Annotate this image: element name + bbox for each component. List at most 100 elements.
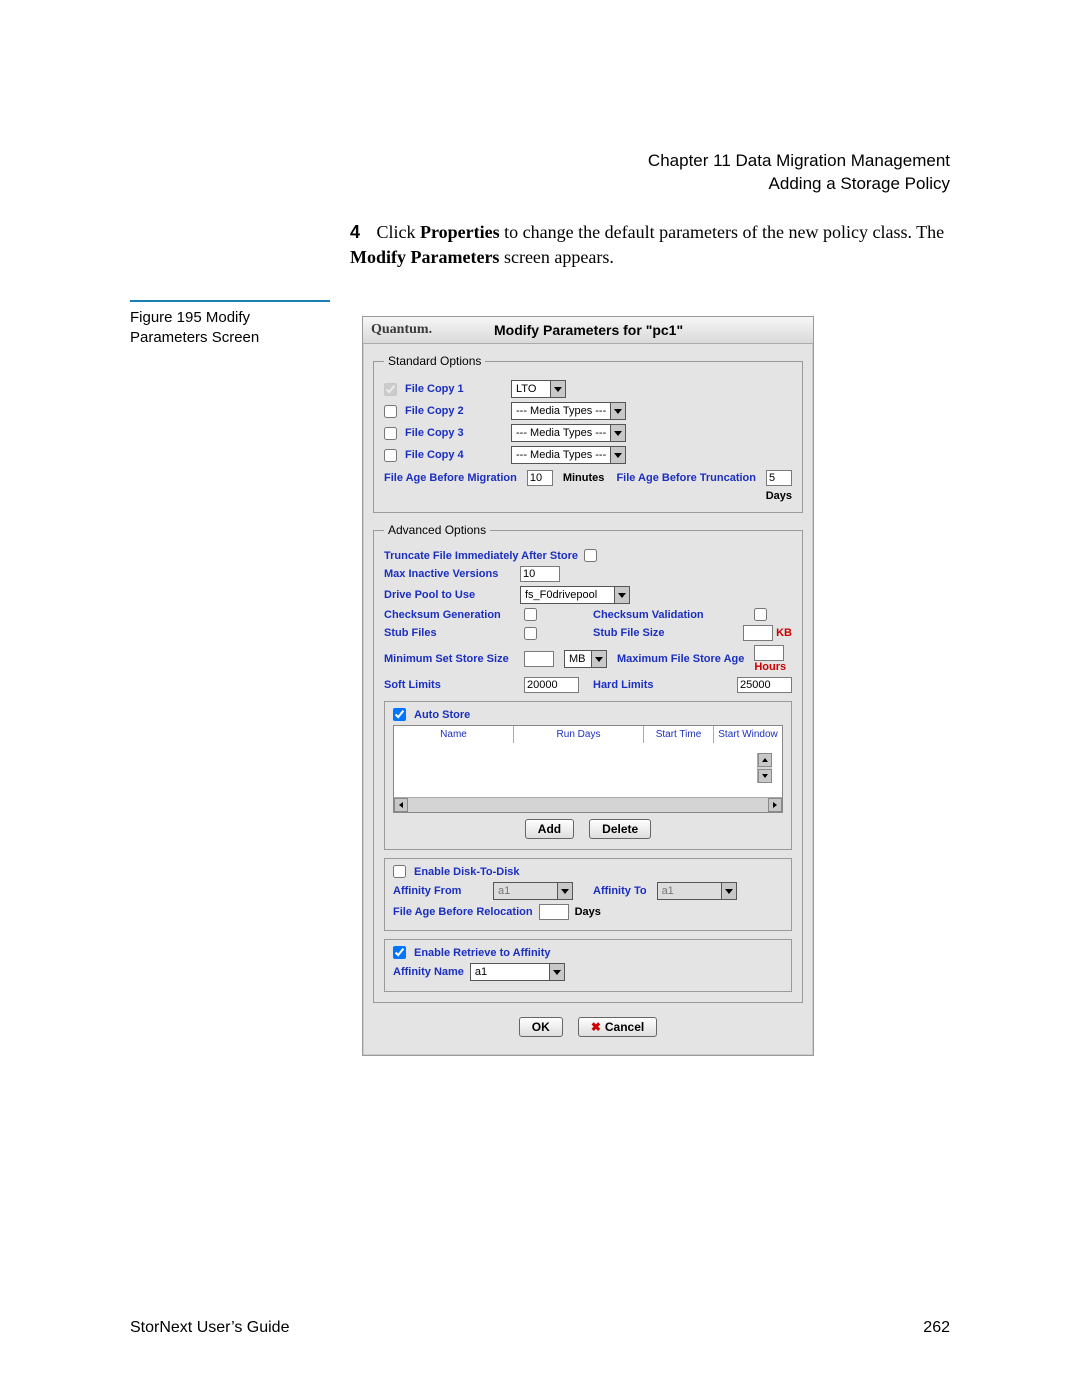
minutes-label: Minutes [563, 472, 605, 484]
hard-limits-input[interactable] [737, 677, 792, 693]
max-inactive-input[interactable] [520, 566, 560, 582]
truncate-after-store-label: Truncate File Immediately After Store [384, 550, 578, 562]
add-button[interactable]: Add [525, 819, 574, 839]
enable-retrieve-label: Enable Retrieve to Affinity [414, 947, 551, 959]
affinity-to-select[interactable]: a1 [657, 882, 737, 900]
stub-file-size-input[interactable] [743, 625, 773, 641]
stub-files-checkbox[interactable] [524, 627, 537, 640]
horizontal-scrollbar[interactable] [394, 797, 782, 812]
ok-button[interactable]: OK [519, 1017, 563, 1037]
file-copy-2-checkbox[interactable] [384, 405, 397, 418]
auto-store-group: Auto Store Name Run Days Start Time Star… [384, 701, 792, 850]
affinity-to-label: Affinity To [593, 885, 647, 897]
auto-store-label: Auto Store [414, 709, 470, 721]
step-text-pre: Click [377, 222, 421, 242]
checksum-val-label: Checksum Validation [593, 609, 704, 621]
schedule-table: Name Run Days Start Time Start Window [393, 725, 783, 813]
chevron-down-icon [610, 403, 625, 419]
min-set-unit-select[interactable]: MB [564, 650, 607, 668]
affinity-from-select[interactable]: a1 [493, 882, 573, 900]
disk-to-disk-group: Enable Disk-To-Disk Affinity From a1 Aff… [384, 858, 792, 931]
stub-file-size-label: Stub File Size [593, 627, 665, 639]
scroll-down-icon[interactable] [758, 769, 772, 783]
chevron-down-icon [591, 651, 606, 667]
soft-limits-label: Soft Limits [384, 679, 514, 691]
affinity-from-label: Affinity From [393, 885, 483, 897]
th-run-days: Run Days [514, 726, 644, 743]
checksum-gen-checkbox[interactable] [524, 608, 537, 621]
affinity-name-select[interactable]: a1 [470, 963, 565, 981]
delete-button[interactable]: Delete [589, 819, 651, 839]
retrieve-affinity-group: Enable Retrieve to Affinity Affinity Nam… [384, 939, 792, 992]
chevron-down-icon [549, 964, 564, 980]
min-set-store-label: Minimum Set Store Size [384, 653, 514, 665]
step-bold-properties: Properties [420, 222, 500, 242]
checksum-val-checkbox[interactable] [754, 608, 767, 621]
file-copy-4-label: File Copy 4 [405, 449, 505, 461]
vertical-scrollbar[interactable] [757, 753, 772, 783]
dialog-titlebar: Quantum. Modify Parameters for "pc1" [363, 317, 813, 344]
page-header: Chapter 11 Data Migration Management Add… [648, 150, 950, 196]
dialog-title: Modify Parameters for "pc1" [432, 322, 745, 338]
standard-options-group: Standard Options File Copy 1 LTO File Co… [373, 354, 803, 513]
days-label: Days [766, 490, 792, 502]
footer-left: StorNext User’s Guide [130, 1319, 289, 1337]
file-copy-3-select[interactable]: --- Media Types --- [511, 424, 626, 442]
step-text-post: screen appears. [499, 247, 613, 267]
file-age-truncation-input[interactable] [766, 470, 792, 486]
kb-label: KB [776, 627, 792, 639]
chevron-down-icon [610, 447, 625, 463]
truncate-after-store-checkbox[interactable] [584, 549, 597, 562]
file-age-migration-label: File Age Before Migration [384, 472, 517, 484]
soft-limits-input[interactable] [524, 677, 579, 693]
min-set-store-input[interactable] [524, 651, 554, 667]
checksum-gen-label: Checksum Generation [384, 609, 514, 621]
cancel-button[interactable]: ✖ Cancel [578, 1017, 657, 1037]
file-copy-3-label: File Copy 3 [405, 427, 505, 439]
file-copy-4-checkbox[interactable] [384, 449, 397, 462]
th-start-window: Start Window [714, 726, 782, 743]
auto-store-checkbox[interactable] [393, 708, 406, 721]
affinity-name-label: Affinity Name [393, 966, 464, 978]
figure-caption: Figure 195 Modify Parameters Screen [130, 300, 330, 349]
th-start-time: Start Time [644, 726, 714, 743]
file-copy-3-checkbox[interactable] [384, 427, 397, 440]
footer-right: 262 [923, 1319, 950, 1337]
hard-limits-label: Hard Limits [593, 679, 654, 691]
file-copy-2-label: File Copy 2 [405, 405, 505, 417]
chevron-down-icon [614, 587, 629, 603]
file-copy-1-checkbox[interactable] [384, 383, 397, 396]
max-inactive-label: Max Inactive Versions [384, 568, 514, 580]
section-line: Adding a Storage Policy [648, 173, 950, 196]
scroll-left-icon[interactable] [394, 798, 408, 812]
close-icon: ✖ [591, 1020, 601, 1034]
file-copy-2-select[interactable]: --- Media Types --- [511, 402, 626, 420]
chevron-down-icon [557, 883, 572, 899]
chevron-down-icon [721, 883, 736, 899]
advanced-options-legend: Advanced Options [384, 523, 490, 537]
step-text-mid: to change the default parameters of the … [500, 222, 945, 242]
file-age-relocation-input[interactable] [539, 904, 569, 920]
days2-label: Days [575, 906, 601, 918]
enable-d2d-checkbox[interactable] [393, 865, 406, 878]
scroll-right-icon[interactable] [768, 798, 782, 812]
enable-retrieve-checkbox[interactable] [393, 946, 406, 959]
file-age-truncation-label: File Age Before Truncation [616, 472, 756, 484]
file-copy-4-select[interactable]: --- Media Types --- [511, 446, 626, 464]
step-number: 4 [350, 220, 372, 245]
stub-files-label: Stub Files [384, 627, 514, 639]
step-4: 4 Click Properties to change the default… [350, 220, 950, 270]
chapter-line: Chapter 11 Data Migration Management [648, 150, 950, 173]
page-footer: StorNext User’s Guide 262 [130, 1319, 950, 1337]
file-age-migration-input[interactable] [527, 470, 553, 486]
chevron-down-icon [550, 381, 565, 397]
file-copy-1-label: File Copy 1 [405, 383, 505, 395]
max-file-store-age-input[interactable] [754, 645, 784, 661]
drive-pool-select[interactable]: fs_F0drivepool [520, 586, 630, 604]
file-copy-1-select[interactable]: LTO [511, 380, 566, 398]
scroll-up-icon[interactable] [758, 753, 772, 767]
drive-pool-label: Drive Pool to Use [384, 589, 514, 601]
hours-label: Hours [754, 661, 786, 673]
modify-parameters-dialog: Quantum. Modify Parameters for "pc1" Sta… [362, 316, 814, 1056]
file-age-relocation-label: File Age Before Relocation [393, 906, 533, 918]
